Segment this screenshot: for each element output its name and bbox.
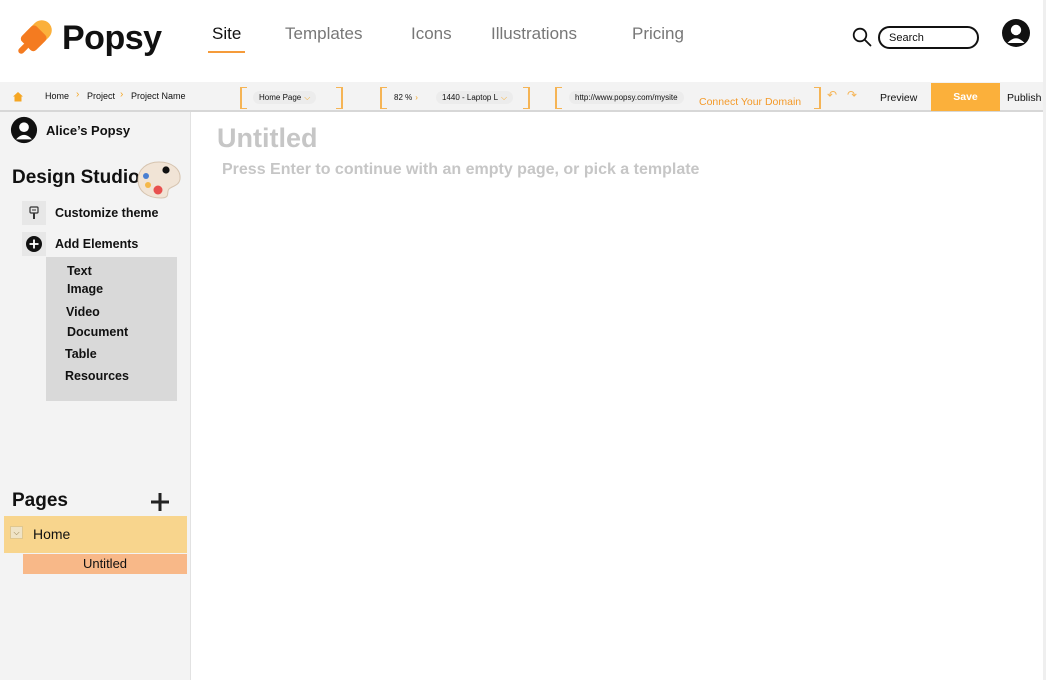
save-button[interactable]: Save	[931, 83, 1000, 111]
element-text[interactable]: Text	[67, 264, 92, 278]
customize-theme-button[interactable]: Customize theme	[22, 201, 159, 225]
theme-brush-icon	[22, 201, 46, 225]
element-image[interactable]: Image	[67, 282, 103, 296]
elements-panel: Text Image Video Document Table Resource…	[46, 257, 177, 401]
element-document[interactable]: Document	[67, 325, 128, 339]
empty-page-hint: Press Enter to continue with an empty pa…	[222, 161, 700, 178]
nav-site[interactable]: Site	[207, 24, 246, 53]
chevron-down-icon: ⌵	[304, 93, 311, 102]
nav-pricing[interactable]: Pricing	[632, 24, 684, 44]
breadcrumb-project[interactable]: Project	[87, 91, 115, 101]
top-navigation: Popsy Site Templates Icons Illustrations…	[0, 0, 1046, 82]
paint-palette-icon	[136, 160, 182, 200]
chevron-down-icon[interactable]: ⌵	[10, 526, 23, 539]
element-resources[interactable]: Resources	[65, 369, 129, 383]
undo-icon[interactable]: ↶	[827, 88, 837, 102]
page-home-label: Home	[33, 526, 71, 542]
owner-avatar-icon[interactable]	[10, 116, 38, 144]
connect-domain-link[interactable]: Connect Your Domain	[699, 96, 801, 108]
page-title[interactable]: Untitled	[217, 123, 318, 154]
add-page-icon[interactable]	[150, 492, 170, 512]
redo-icon[interactable]: ↷	[847, 88, 857, 102]
editor-toolbar: Home › Project › Project Name Home Page ⌵…	[0, 82, 1046, 112]
chevron-right-icon: ›	[76, 89, 80, 100]
viewport-value: 1440 - Laptop L	[442, 93, 499, 102]
owner-name: Alice’s Popsy	[46, 123, 131, 138]
nav-illustrations[interactable]: Illustrations	[491, 24, 577, 44]
preview-button[interactable]: Preview	[880, 92, 917, 104]
nav-icons[interactable]: Icons	[411, 24, 452, 44]
plus-circle-icon	[22, 232, 46, 256]
user-avatar-icon[interactable]	[1001, 18, 1031, 48]
search-input[interactable]	[878, 26, 979, 49]
popsy-logo[interactable]: Popsy	[12, 16, 162, 60]
customize-theme-label: Customize theme	[55, 206, 159, 220]
breadcrumb-home[interactable]: Home	[45, 91, 69, 101]
element-table[interactable]: Table	[65, 347, 97, 361]
sidebar: Alice’s Popsy Design Studio Customize th…	[0, 112, 191, 680]
design-studio-title: Design Studio	[12, 167, 140, 188]
add-elements-button[interactable]: Add Elements	[22, 232, 138, 256]
page-select[interactable]: Home Page ⌵	[253, 91, 317, 104]
zoom-viewport-group: 82 % › 1440 - Laptop L ⌵	[380, 87, 530, 109]
page-select-value: Home Page	[259, 93, 302, 102]
zoom-value: 82 %	[394, 93, 413, 102]
breadcrumb-project-name[interactable]: Project Name	[131, 91, 186, 101]
brand-name: Popsy	[62, 18, 162, 57]
page-select-group: Home Page ⌵	[240, 87, 343, 109]
popsicle-logo-icon	[12, 16, 56, 60]
home-icon[interactable]	[12, 90, 24, 102]
publish-button[interactable]: Publish	[1007, 92, 1041, 104]
chevron-down-icon: ⌵	[501, 93, 508, 102]
url-group: http://www.popsy.com/mysite Connect Your…	[555, 87, 821, 109]
search-icon[interactable]	[852, 27, 872, 47]
site-url[interactable]: http://www.popsy.com/mysite	[569, 91, 684, 104]
page-item-untitled[interactable]: Untitled	[23, 554, 187, 574]
zoom-select[interactable]: 82 % ›	[390, 91, 422, 104]
viewport-select[interactable]: 1440 - Laptop L ⌵	[436, 91, 514, 104]
chevron-right-icon: ›	[415, 93, 418, 102]
nav-templates[interactable]: Templates	[285, 24, 362, 44]
chevron-right-icon: ›	[120, 89, 124, 100]
pages-title: Pages	[12, 490, 68, 511]
element-video[interactable]: Video	[66, 305, 100, 319]
add-elements-label: Add Elements	[55, 237, 139, 251]
page-item-home[interactable]: ⌵ Home	[4, 516, 187, 553]
